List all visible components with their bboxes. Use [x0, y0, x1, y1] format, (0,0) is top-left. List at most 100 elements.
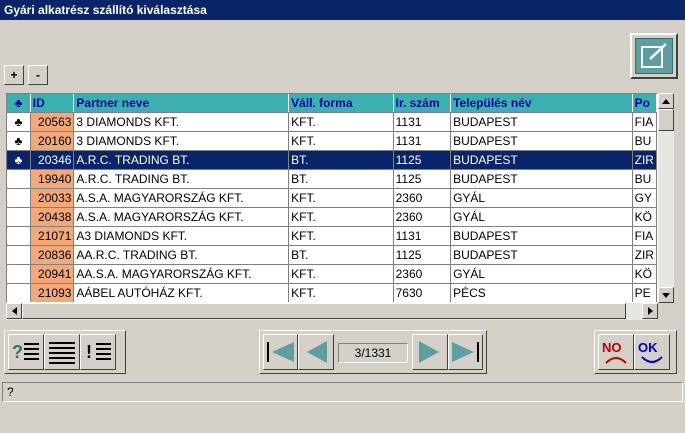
cell-company-form: BT. [288, 169, 394, 189]
cell-zip: 7630 [393, 283, 452, 302]
column-header-city[interactable]: Település név [450, 94, 633, 113]
happy-face-icon: OK [638, 340, 663, 363]
cell-extra: BU [632, 131, 657, 151]
column-header-company-form[interactable]: Váll. forma [288, 94, 394, 113]
svg-text:!: ! [86, 342, 92, 362]
column-header-partner-name[interactable]: Partner neve [73, 94, 290, 113]
next-record-button[interactable] [412, 334, 448, 370]
table-row[interactable]: ♣ 20346 A.R.C. TRADING BT. BT. 1125 BUDAPEST Z… [7, 150, 657, 170]
table-row[interactable]: 19940 A.R.C. TRADING BT. BT. 1125 BUDAPEST BU [7, 169, 657, 189]
first-record-button[interactable] [263, 334, 299, 370]
cell-city: GYÁL [450, 188, 633, 208]
last-icon [452, 342, 480, 362]
cell-partner-name: 3 DIAMONDS KFT. [73, 112, 290, 132]
cell-company-form: KFT. [288, 283, 394, 302]
edit-button[interactable] [630, 33, 678, 79]
cell-zip: 1131 [393, 112, 452, 132]
vertical-scrollbar[interactable] [658, 93, 674, 303]
vertical-scroll-thumb[interactable] [658, 109, 674, 131]
cell-zip: 2360 [393, 188, 452, 208]
expand-all-button[interactable]: + [4, 65, 24, 85]
cell-zip: 1125 [393, 150, 452, 170]
scroll-down-button[interactable] [658, 287, 674, 303]
collapse-all-button[interactable]: - [28, 65, 48, 85]
cell-partner-name: AA.R.C. TRADING BT. [73, 245, 290, 265]
row-marker-icon [7, 169, 31, 189]
arrow-down-icon [662, 292, 670, 298]
cell-extra: ZIR [632, 150, 657, 170]
horizontal-scroll-thumb[interactable] [22, 303, 626, 319]
horizontal-scrollbar[interactable] [6, 303, 658, 320]
row-marker-icon: ♣ [7, 112, 31, 132]
ok-button[interactable]: OK [634, 334, 670, 370]
list-filter-button[interactable]: ! [80, 334, 116, 370]
partner-grid[interactable]: ♣ ID Partner neve Váll. forma Ir. szám T… [6, 93, 658, 303]
plus-icon: + [10, 68, 18, 82]
arrow-left-icon [11, 307, 17, 315]
column-header-extra[interactable]: Po [632, 94, 657, 113]
header-marker-icon[interactable]: ♣ [7, 94, 31, 113]
dialog-actions-group: NO OK [594, 330, 677, 374]
row-marker-icon [7, 188, 31, 208]
cell-city: BUDAPEST [450, 112, 633, 132]
table-row[interactable]: ♣ 20160 3 DIAMONDS KFT. KFT. 1131 BUDAPEST BU [7, 131, 657, 151]
cell-id: 20941 [30, 264, 75, 284]
cell-company-form: KFT. [288, 226, 394, 246]
row-marker-icon [7, 264, 31, 284]
row-marker-icon [7, 207, 31, 227]
cell-company-form: KFT. [288, 131, 394, 151]
table-row[interactable]: 20033 A.S.A. MAGYARORSZÁG KFT. KFT. 2360 GYÁ… [7, 188, 657, 208]
last-record-button[interactable] [447, 334, 484, 370]
cell-extra: GY [632, 188, 657, 208]
table-row[interactable]: 21093 AÁBEL AUTÓHÁZ KFT. KFT. 7630 PÉCS PE [7, 283, 657, 302]
table-row[interactable]: ♣ 20563 3 DIAMONDS KFT. KFT. 1131 BUDAPEST FIA [7, 112, 657, 132]
cell-extra: BU [632, 169, 657, 189]
cell-id: 21093 [30, 283, 75, 302]
row-marker-icon [7, 226, 31, 246]
cancel-button[interactable]: NO [598, 334, 634, 370]
cell-id: 20836 [30, 245, 75, 265]
question-list-icon: ? [12, 342, 39, 362]
table-row[interactable]: 21071 A3 DIAMONDS KFT. KFT. 1131 BUDAPEST FIA [7, 226, 657, 246]
arrow-right-icon [647, 307, 653, 315]
cell-company-form: KFT. [288, 188, 394, 208]
scroll-right-button[interactable] [642, 303, 658, 319]
cell-extra: ZIR [632, 245, 657, 265]
cell-extra: KÖ [632, 207, 657, 227]
row-marker-icon [7, 245, 31, 265]
next-icon [418, 341, 439, 363]
cell-city: BUDAPEST [450, 169, 633, 189]
previous-record-button[interactable] [298, 334, 334, 370]
sad-face-icon: NO [602, 340, 627, 364]
list-icon [49, 342, 75, 364]
list-tools-group: ? ! [4, 330, 126, 374]
cell-city: GYÁL [450, 207, 633, 227]
scroll-up-button[interactable] [658, 93, 674, 109]
cell-id: 20563 [30, 112, 75, 132]
cell-zip: 2360 [393, 264, 452, 284]
row-marker-icon: ♣ [7, 150, 31, 170]
list-view-button[interactable] [44, 334, 80, 370]
cell-partner-name: A3 DIAMONDS KFT. [73, 226, 290, 246]
cell-partner-name: 3 DIAMONDS KFT. [73, 131, 290, 151]
cell-id: 19940 [30, 169, 75, 189]
ok-label: OK [638, 340, 658, 355]
cell-zip: 2360 [393, 207, 452, 227]
cell-partner-name: A.S.A. MAGYARORSZÁG KFT. [73, 207, 290, 227]
column-header-zip[interactable]: Ir. szám [393, 94, 452, 113]
search-list-button[interactable]: ? [8, 334, 44, 370]
table-row[interactable]: 20836 AA.R.C. TRADING BT. BT. 1125 BUDAPEST Z… [7, 245, 657, 265]
table-row[interactable]: 20941 AA.S.A. MAGYARORSZÁG KFT. KFT. 2360 GY… [7, 264, 657, 284]
cell-id: 20438 [30, 207, 75, 227]
grid-header: ♣ ID Partner neve Váll. forma Ir. szám T… [7, 94, 657, 113]
window-title: Gyári alkatrész szállító kiválasztása [0, 0, 685, 20]
cell-id: 20346 [30, 150, 75, 170]
arrow-up-icon [662, 98, 670, 104]
cell-partner-name: A.S.A. MAGYARORSZÁG KFT. [73, 188, 290, 208]
cell-company-form: KFT. [288, 264, 394, 284]
first-icon [266, 342, 294, 362]
table-row[interactable]: 20438 A.S.A. MAGYARORSZÁG KFT. KFT. 2360 GYÁ… [7, 207, 657, 227]
scroll-left-button[interactable] [6, 303, 22, 319]
column-header-id[interactable]: ID [30, 94, 75, 113]
cell-extra: KÖ [632, 264, 657, 284]
